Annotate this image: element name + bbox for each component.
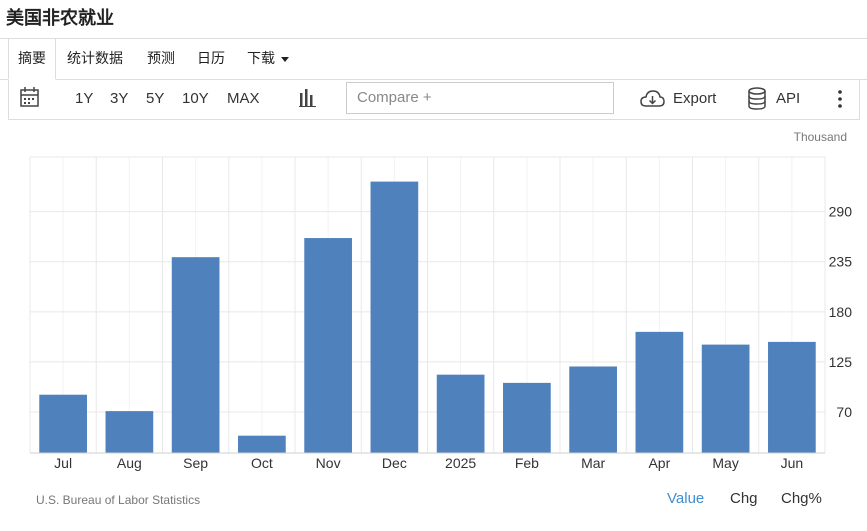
y-tick-label: 235 [829, 254, 853, 270]
x-tick-label: Feb [515, 455, 539, 471]
bar [39, 394, 87, 453]
bar [436, 374, 485, 453]
range-10y-button[interactable]: 10Y [182, 80, 209, 118]
more-options-icon[interactable] [835, 80, 845, 118]
tab-calendar[interactable]: 日历 [197, 39, 225, 79]
range-3y-button[interactable]: 3Y [110, 80, 128, 118]
database-icon [747, 80, 767, 118]
x-tick-label: Sep [183, 455, 208, 471]
tab-bar: 摘要 统计数据 预测 日历 下载 [0, 38, 867, 80]
x-tick-label: Oct [251, 455, 273, 471]
cloud-download-icon [639, 80, 665, 118]
bar [171, 257, 220, 453]
bar [569, 366, 617, 453]
x-tick-label: May [712, 455, 738, 471]
tab-download-label: 下载 [247, 51, 275, 67]
y-tick-label: 70 [836, 404, 852, 420]
x-tick-label: Dec [382, 455, 407, 471]
chg-percent-button[interactable]: Chg% [781, 490, 822, 507]
tab-download[interactable]: 下载 [247, 39, 289, 79]
x-tick-label: Apr [648, 455, 670, 471]
export-button[interactable]: Export [639, 80, 716, 118]
tab-summary[interactable]: 摘要 [8, 38, 56, 80]
y-tick-label: 290 [829, 204, 853, 220]
tab-forecast[interactable]: 预测 [147, 39, 175, 79]
api-button[interactable]: API [747, 80, 800, 118]
range-1y-button[interactable]: 1Y [75, 80, 93, 118]
export-label: Export [673, 90, 717, 107]
y-tick-label: 125 [829, 354, 853, 370]
bar [370, 181, 419, 454]
bar [701, 344, 750, 453]
value-button[interactable]: Value [667, 490, 704, 507]
bar [304, 238, 352, 453]
bar [503, 382, 551, 453]
bar-chart: 70 125 180 235 290 Jul Aug Sep Oct Nov Dec 2025 Feb M… [29, 156, 853, 471]
api-label: API [776, 90, 801, 107]
y-tick-label: 180 [829, 304, 853, 320]
bar [105, 411, 154, 453]
bar [635, 331, 684, 453]
calendar-icon[interactable] [19, 80, 39, 118]
chg-button[interactable]: Chg [730, 490, 758, 507]
chart-toolbar: 1Y 3Y 5Y 10Y MAX Compare + Export API [8, 80, 860, 120]
range-5y-button[interactable]: 5Y [146, 80, 164, 118]
bar-chart-icon[interactable] [299, 80, 317, 118]
bar [238, 435, 286, 453]
x-tick-label: Nov [316, 455, 341, 471]
page-title: 美国非农就业 [6, 8, 114, 29]
source-label: U.S. Bureau of Labor Statistics [36, 493, 201, 507]
range-max-button[interactable]: MAX [227, 80, 260, 118]
bar [768, 341, 816, 453]
chevron-down-icon [281, 56, 289, 62]
x-tick-label: 2025 [445, 455, 476, 471]
x-tick-label: Jun [781, 455, 804, 471]
compare-input[interactable]: Compare + [346, 82, 614, 114]
x-tick-label: Aug [117, 455, 142, 471]
x-tick-label: Mar [581, 455, 605, 471]
tab-statistics[interactable]: 统计数据 [67, 39, 123, 79]
x-tick-label: Jul [54, 455, 72, 471]
